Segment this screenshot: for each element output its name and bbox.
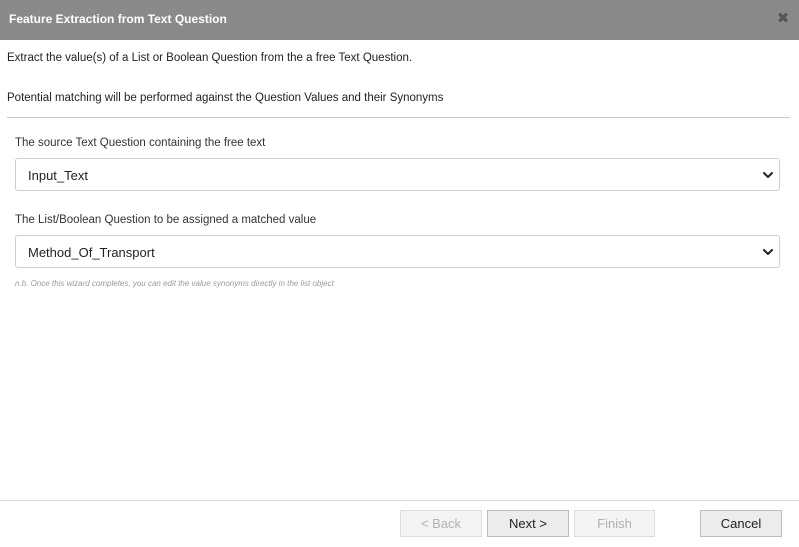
target-question-label: The List/Boolean Question to be assigned… <box>15 214 317 226</box>
intro-text-matching: Potential matching will be performed aga… <box>7 92 444 104</box>
chevron-down-icon <box>763 249 773 255</box>
dialog-titlebar: Feature Extraction from Text Question ✖ <box>0 0 799 40</box>
target-question-value: Method_Of_Transport <box>28 245 155 260</box>
section-divider <box>7 117 790 118</box>
back-button[interactable]: < Back <box>400 510 482 537</box>
source-question-value: Input_Text <box>28 168 88 183</box>
next-button[interactable]: Next > <box>487 510 569 537</box>
cancel-button[interactable]: Cancel <box>700 510 782 537</box>
close-icon[interactable]: ✖ <box>776 11 790 27</box>
footer-divider <box>0 500 799 501</box>
source-question-select[interactable]: Input_Text <box>15 158 780 191</box>
chevron-down-icon <box>763 172 773 178</box>
finish-button[interactable]: Finish <box>574 510 655 537</box>
wizard-note: n.b. Once this wizard completes, you can… <box>15 279 334 288</box>
dialog-title: Feature Extraction from Text Question <box>9 12 227 26</box>
target-question-select[interactable]: Method_Of_Transport <box>15 235 780 268</box>
intro-text-extract: Extract the value(s) of a List or Boolea… <box>7 52 413 64</box>
source-question-label: The source Text Question containing the … <box>15 137 266 149</box>
